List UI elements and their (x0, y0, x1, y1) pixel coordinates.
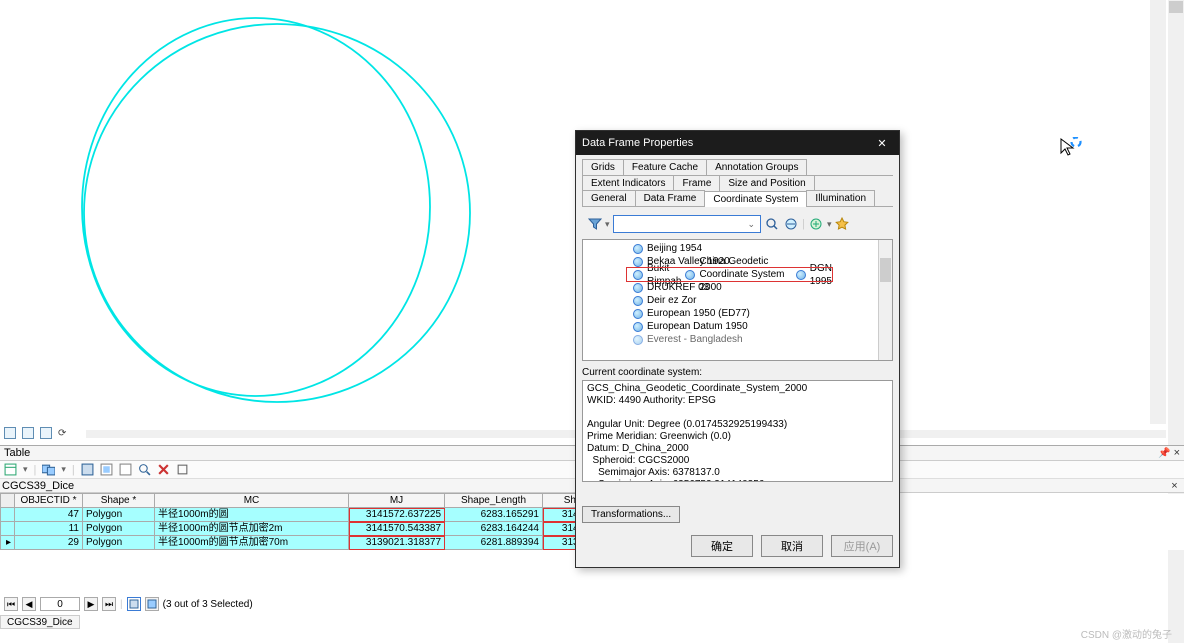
tree-scrollbar[interactable] (878, 240, 892, 360)
subtable-close-icon[interactable]: × (1167, 480, 1182, 492)
record-navigator: ⏮ ◀ ▶ ⏭ | (3 out of 3 Selected) (4, 597, 253, 611)
nav-next-icon[interactable]: ▶ (84, 597, 98, 611)
tab-general[interactable]: General (582, 190, 636, 206)
globe-icon (796, 270, 806, 280)
crs-search-row: ▾ ⌄ | ▾ (588, 215, 893, 233)
tab-data-frame[interactable]: Data Frame (635, 190, 706, 206)
tab-size-position[interactable]: Size and Position (719, 175, 814, 191)
transformations-button[interactable]: Transformations... (582, 506, 680, 523)
crs-tree-item: Deir ez Zor (583, 294, 892, 307)
clear-selection-icon[interactable] (119, 463, 132, 476)
new-crs-icon[interactable] (808, 216, 824, 232)
table-options-icon[interactable] (4, 463, 17, 476)
nav-first-icon[interactable]: ⏮ (4, 597, 18, 611)
tab-extent-indicators[interactable]: Extent Indicators (582, 175, 674, 191)
layout-icon-3[interactable] (40, 427, 52, 439)
mini-toolbar: ⟳ (0, 425, 75, 441)
nav-status: (3 out of 3 Selected) (163, 599, 253, 610)
related-tables-icon[interactable] (42, 463, 55, 476)
table-options-menu-icon[interactable] (176, 463, 189, 476)
col-header[interactable]: MC (155, 494, 349, 508)
crs-tree-item: European 1950 (ED77) (583, 307, 892, 320)
switch-selection-icon[interactable] (100, 463, 113, 476)
import-crs-icon[interactable] (783, 216, 799, 232)
tabs-row-2: Extent Indicators Frame Size and Positio… (582, 175, 893, 191)
crs-tree-item: Everest - Bangladesh (583, 333, 892, 346)
col-header[interactable]: OBJECTID * (15, 494, 83, 508)
crs-tree[interactable]: Beijing 1954 Bekaa Valley 1920 Bukit Rim… (582, 239, 893, 361)
globe-icon (633, 309, 643, 319)
tab-feature-cache[interactable]: Feature Cache (623, 159, 707, 175)
close-icon[interactable]: × (1174, 447, 1180, 459)
globe-icon (633, 296, 643, 306)
crs-search-input[interactable] (613, 215, 761, 233)
crs-current-label: Current coordinate system: (582, 367, 893, 378)
tab-coordinate-system[interactable]: Coordinate System (704, 191, 807, 207)
table-sub-title: CGCS39_Dice (2, 480, 74, 492)
dialog-titlebar[interactable]: Data Frame Properties ✕ (576, 131, 899, 155)
globe-icon (633, 283, 643, 293)
col-header[interactable]: MJ (349, 494, 445, 508)
show-all-records-icon[interactable] (127, 597, 141, 611)
apply-button: 应用(A) (831, 535, 893, 557)
crs-tree-item: Beijing 1954 (583, 242, 892, 255)
nav-position-input[interactable] (40, 597, 80, 611)
dialog-title: Data Frame Properties (582, 137, 693, 149)
col-header[interactable]: Shape * (83, 494, 155, 508)
crs-tree-item: European Datum 1950 (583, 320, 892, 333)
data-frame-properties-dialog: Data Frame Properties ✕ Grids Feature Ca… (575, 130, 900, 568)
layout-icon-1[interactable] (4, 427, 16, 439)
tab-frame[interactable]: Frame (673, 175, 720, 191)
tabs-row-3: General Data Frame Coordinate System Ill… (582, 190, 893, 207)
globe-icon (633, 270, 643, 280)
watermark: CSDN @激动的兔子 (1081, 626, 1172, 641)
nav-last-icon[interactable]: ⏭ (102, 597, 116, 611)
select-by-attributes-icon[interactable] (81, 463, 94, 476)
crs-tree-item-highlighted: Bukit Rimpah China Geodetic Coordinate S… (627, 268, 832, 281)
tab-illumination[interactable]: Illumination (806, 190, 875, 206)
delete-selection-icon[interactable] (157, 463, 170, 476)
globe-icon (633, 335, 643, 345)
tab-grids[interactable]: Grids (582, 159, 624, 175)
globe-icon (685, 270, 695, 280)
col-header[interactable]: Shape_Length (445, 494, 543, 508)
show-selected-records-icon[interactable] (145, 597, 159, 611)
pin-icon[interactable]: 📌 (1158, 448, 1170, 459)
globe-icon (633, 244, 643, 254)
close-icon[interactable]: ✕ (871, 137, 893, 150)
layout-icon-2[interactable] (22, 427, 34, 439)
cancel-button[interactable]: 取消 (761, 535, 823, 557)
table-panel-title: Table (4, 447, 30, 459)
crs-details-box[interactable]: GCS_China_Geodetic_Coordinate_System_200… (582, 380, 893, 482)
ok-button[interactable]: 确定 (691, 535, 753, 557)
filter-icon[interactable] (588, 217, 602, 231)
globe-icon (633, 322, 643, 332)
tab-annotation-groups[interactable]: Annotation Groups (706, 159, 807, 175)
zoom-selection-icon[interactable] (138, 463, 151, 476)
refresh-icon[interactable]: ⟳ (58, 428, 66, 439)
nav-prev-icon[interactable]: ◀ (22, 597, 36, 611)
tabs-row-1: Grids Feature Cache Annotation Groups (582, 159, 893, 176)
search-icon[interactable] (764, 216, 780, 232)
table-tab[interactable]: CGCS39_Dice (0, 615, 80, 629)
globe-icon (633, 257, 643, 267)
favorite-crs-icon[interactable] (834, 216, 850, 232)
